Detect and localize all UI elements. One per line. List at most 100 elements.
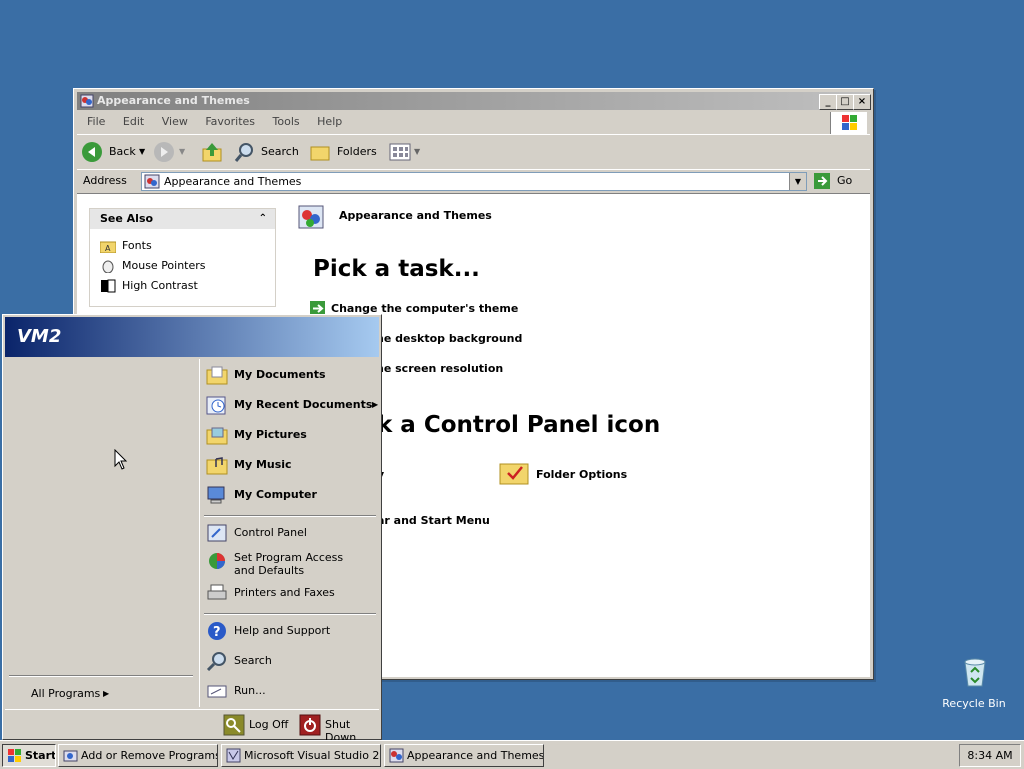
high-contrast-icon (101, 279, 116, 293)
folder-options-icon (499, 463, 529, 485)
my-recent-documents-item[interactable]: My Recent Documents ▶ (206, 391, 379, 419)
control-panel-icon (207, 524, 227, 542)
start-label: Start (25, 749, 56, 762)
taskbar-button-visual-studio[interactable]: Microsoft Visual Studio 2... (221, 744, 381, 767)
see-also-mouse-pointers[interactable]: Mouse Pointers (100, 257, 206, 275)
forward-dropdown-icon[interactable]: ▼ (179, 141, 185, 163)
window-title: Appearance and Themes (97, 94, 250, 107)
address-dropdown-icon[interactable]: ▼ (789, 173, 806, 190)
my-documents-icon (206, 366, 228, 385)
taskbar-button-label: Add or Remove Programs (81, 749, 218, 762)
all-programs-separator (9, 675, 193, 677)
forward-arrow-icon (154, 142, 174, 162)
log-off-button[interactable]: Log Off (223, 714, 293, 736)
maximize-button[interactable]: □ (836, 94, 854, 110)
minimize-button[interactable]: _ (819, 94, 837, 110)
collapse-icon[interactable]: ⌃ (259, 209, 267, 229)
menu-view[interactable]: View (162, 115, 188, 128)
see-also-fonts-label: Fonts (122, 239, 152, 252)
help-icon: ? (208, 622, 226, 640)
key-icon (223, 714, 245, 736)
start-menu: VM2 All Programs ▶ My Documents My Recen… (2, 314, 382, 744)
search-label: Search (261, 145, 299, 158)
search-label: Search (234, 654, 272, 667)
shut-down-button[interactable]: Shut Down (299, 714, 379, 744)
my-recent-documents-label: My Recent Documents (234, 398, 373, 411)
run-icon (207, 685, 227, 698)
close-button[interactable]: × (853, 94, 871, 110)
system-clock[interactable]: 8:34 AM (959, 744, 1021, 767)
address-field[interactable]: Appearance and Themes ▼ (141, 172, 807, 191)
window-title-bar[interactable]: Appearance and Themes _ □ × (77, 92, 871, 110)
arrow-right-icon: ▶ (103, 689, 110, 698)
pick-a-task-heading: Pick a task... (313, 256, 480, 282)
views-dropdown-icon[interactable]: ▼ (414, 141, 420, 163)
icon-taskbar-start-menu[interactable]: ar and Start Menu (377, 514, 490, 527)
all-programs-button[interactable]: All Programs ▶ (31, 685, 151, 703)
my-pictures-icon (206, 427, 228, 445)
taskbar: Start Add or Remove Programs Microsoft V… (0, 740, 1024, 769)
up-folder-icon (202, 143, 222, 162)
svg-text:A: A (105, 244, 111, 253)
see-also-fonts[interactable]: A Fonts (100, 237, 152, 255)
back-arrow-icon (82, 142, 102, 162)
views-icon (389, 143, 411, 161)
separator (204, 515, 376, 517)
run-label: Run... (234, 684, 266, 697)
see-also-high-contrast-label: High Contrast (122, 279, 198, 292)
see-also-high-contrast[interactable]: High Contrast (100, 277, 198, 295)
menu-favorites[interactable]: Favorites (205, 115, 255, 128)
control-panel-icon (80, 94, 94, 108)
windows-logo-icon (8, 749, 21, 762)
mouse-cursor-icon (114, 449, 128, 470)
svg-text:?: ? (213, 625, 221, 640)
menu-bar: File Edit View Favorites Tools Help (77, 112, 870, 134)
task-desktop-background[interactable]: he desktop background (376, 332, 522, 345)
see-also-mouse-pointers-label: Mouse Pointers (122, 259, 206, 272)
control-panel-icon (389, 748, 404, 763)
back-button[interactable]: Back ▼ (81, 141, 145, 163)
taskbar-button-appearance-themes[interactable]: Appearance and Themes (384, 744, 544, 767)
add-remove-programs-icon (63, 750, 78, 762)
icon-folder-options[interactable]: Folder Options (536, 468, 627, 481)
address-bar: Address Appearance and Themes ▼ Go (77, 169, 870, 192)
menu-help[interactable]: Help (317, 115, 342, 128)
back-dropdown-icon[interactable]: ▼ (139, 141, 145, 163)
up-folder-button[interactable] (201, 141, 225, 163)
places-column: My Documents My Recent Documents ▶ My Pi… (199, 359, 380, 707)
address-label: Address (83, 174, 127, 187)
menu-tools[interactable]: Tools (273, 115, 300, 128)
search-button[interactable]: Search (233, 141, 301, 163)
my-music-label: My Music (234, 458, 292, 471)
set-program-access-label: Set Program Access and Defaults (234, 551, 344, 577)
task-screen-resolution[interactable]: he screen resolution (376, 362, 503, 375)
control-panel-icon (144, 174, 160, 189)
printers-and-faxes-label: Printers and Faxes (234, 586, 335, 599)
see-also-header[interactable]: See Also ⌃ (90, 209, 275, 229)
log-off-label: Log Off (249, 718, 289, 731)
folders-label: Folders (337, 145, 377, 158)
printer-icon (207, 584, 227, 600)
category-title: Appearance and Themes (339, 209, 492, 222)
my-computer-icon (207, 486, 225, 504)
submenu-arrow-icon: ▶ (372, 400, 379, 409)
pinned-programs-area: All Programs ▶ (5, 359, 197, 707)
start-button[interactable]: Start (2, 744, 56, 767)
menu-file[interactable]: File (87, 115, 105, 128)
see-also-panel: See Also ⌃ A Fonts Mouse Pointers High Co… (89, 208, 276, 307)
fonts-folder-icon: A (100, 241, 116, 253)
menu-edit[interactable]: Edit (123, 115, 144, 128)
forward-button[interactable]: ▼ (153, 141, 187, 163)
folders-icon (310, 146, 330, 161)
go-button[interactable]: Go (813, 172, 863, 191)
separator (204, 613, 376, 615)
folders-button[interactable]: Folders (309, 141, 377, 163)
go-arrow-icon (814, 173, 830, 189)
recycle-bin-icon (964, 658, 986, 687)
appearance-themes-icon (298, 205, 324, 229)
recycle-bin[interactable]: Recycle Bin (940, 656, 1008, 716)
views-button[interactable]: ▼ (389, 141, 423, 163)
search-icon (206, 652, 226, 671)
see-also-title: See Also (100, 212, 154, 225)
taskbar-button-add-remove-programs[interactable]: Add or Remove Programs (58, 744, 218, 767)
